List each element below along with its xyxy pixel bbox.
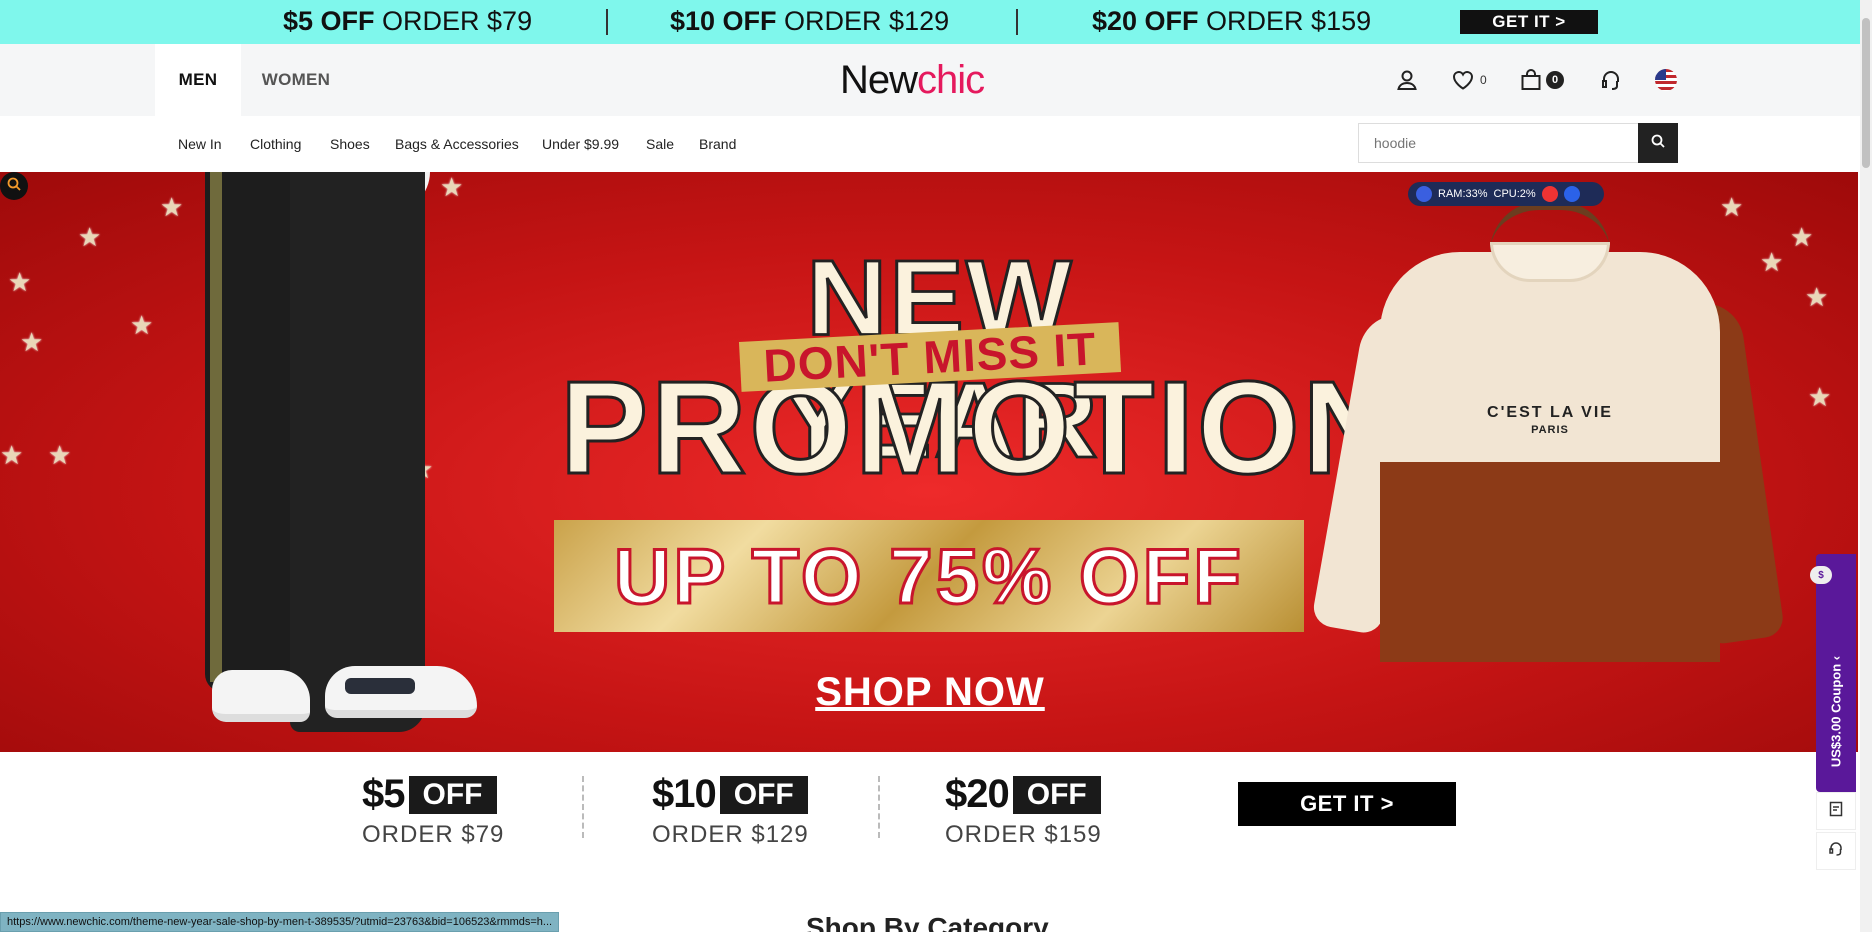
nav-brand[interactable]: Brand — [699, 136, 736, 152]
sneaker — [325, 666, 477, 718]
cart-count: 0 — [1546, 71, 1564, 89]
star-decoration: ★ — [130, 310, 154, 340]
star-decoration: ★ — [160, 192, 184, 222]
note-icon — [1829, 801, 1843, 822]
coupon-amount: $10 — [652, 772, 717, 816]
chrome-icon — [1541, 186, 1558, 202]
promo-bold: $20 OFF — [1092, 6, 1199, 36]
sneaker — [212, 670, 310, 722]
rocket-icon — [1416, 186, 1432, 202]
support-button[interactable] — [1816, 832, 1856, 870]
pants-stripe — [210, 172, 222, 682]
search-icon — [1651, 134, 1665, 153]
top-promo-item[interactable]: $10 OFF ORDER $129 — [670, 6, 949, 37]
feedback-button[interactable] — [1816, 792, 1856, 830]
star-decoration: ★ — [48, 440, 72, 470]
logo-part-new: New — [840, 58, 918, 102]
flag-graphic — [1655, 69, 1677, 91]
model-pants — [290, 172, 425, 732]
us-flag-icon[interactable] — [1655, 68, 1677, 92]
promo-bold: $5 OFF — [283, 6, 375, 36]
nav-shoes[interactable]: Shoes — [330, 136, 370, 152]
main-nav: New In Clothing Shoes Bags & Accessories… — [0, 116, 1860, 172]
logo-part-chic: chic — [917, 58, 985, 102]
coupon-off-label: OFF — [408, 775, 497, 814]
bag-icon — [1520, 69, 1542, 91]
top-promo-item[interactable]: $5 OFF ORDER $79 — [283, 6, 532, 37]
nav-bags-accessories[interactable]: Bags & Accessories — [395, 136, 519, 152]
get-coupons-button[interactable]: GET IT > — [1238, 782, 1456, 826]
promo-rest: ORDER $79 — [374, 6, 533, 36]
sweater-bottom — [1380, 462, 1720, 662]
coupon-divider — [878, 776, 880, 838]
coupon-off-label: OFF — [1012, 775, 1101, 814]
coupon-band: $5 OFF ORDER $79 $10 OFF ORDER $129 $20 OFF… — [0, 752, 1816, 872]
tab-men[interactable]: MEN — [155, 44, 241, 116]
headset-icon[interactable] — [1600, 68, 1622, 92]
coupon-off-label: OFF — [719, 775, 808, 814]
promo-rest: ORDER $129 — [776, 6, 950, 36]
star-decoration: ★ — [1790, 222, 1814, 252]
scrollbar-thumb[interactable] — [1862, 18, 1870, 168]
top-promo-strip[interactable]: $5 OFF ORDER $79 $10 OFF ORDER $129 $20 … — [0, 0, 1860, 44]
ram-readout: RAM:33% — [1438, 188, 1488, 200]
cpu-readout: CPU:2% — [1493, 188, 1536, 200]
coupon-order-threshold: ORDER $79 — [362, 821, 505, 848]
star-decoration: ★ — [1805, 282, 1829, 312]
coupon-order-threshold: ORDER $159 — [945, 821, 1102, 848]
wishlist-button[interactable]: 0 — [1452, 68, 1487, 92]
star-decoration: ★ — [440, 172, 464, 202]
sweater-print: C'EST LA VIE — [1487, 404, 1613, 421]
image-search-button[interactable] — [0, 172, 28, 200]
coupon-dollar-badge: $ — [1810, 566, 1832, 584]
top-promo-item[interactable]: $20 OFF ORDER $159 — [1092, 6, 1371, 37]
coupon-side-label: US$3.00 Coupon ‹ — [1828, 655, 1844, 768]
cart-button[interactable]: 0 — [1520, 68, 1564, 92]
promo-bold: $10 OFF — [670, 6, 777, 36]
divider — [1016, 9, 1018, 35]
search-button[interactable] — [1638, 123, 1678, 163]
headset-icon — [1828, 841, 1844, 862]
nav-under-9-99[interactable]: Under $9.99 — [542, 136, 619, 152]
star-decoration: ★ — [8, 267, 32, 297]
section-title: Shop By Category — [806, 912, 1049, 932]
coupon-order-threshold: ORDER $129 — [652, 821, 809, 848]
tab-women[interactable]: WOMEN — [250, 44, 342, 116]
coupon-divider — [582, 776, 584, 838]
site-header: MEN WOMEN Newchic 0 0 — [0, 44, 1860, 116]
sweater-image: C'EST LA VIE PARIS — [1310, 202, 1786, 712]
promo-rest: ORDER $159 — [1198, 6, 1372, 36]
magnifier-icon — [7, 177, 21, 196]
hero-offer: UP TO 75% OFF — [613, 530, 1244, 621]
coupon-5[interactable]: $5 OFF ORDER $79 — [362, 772, 562, 849]
nav-sale[interactable]: Sale — [646, 136, 674, 152]
coupon-20[interactable]: $20 OFF ORDER $159 — [945, 772, 1145, 849]
coupon-amount: $20 — [945, 772, 1010, 816]
coupon-side-tab[interactable]: US$3.00 Coupon ‹ — [1816, 554, 1856, 792]
nav-new-in[interactable]: New In — [178, 136, 222, 152]
heart-icon — [1452, 70, 1474, 90]
coupon-10[interactable]: $10 OFF ORDER $129 — [652, 772, 852, 849]
star-decoration: ★ — [20, 327, 44, 357]
hero-banner[interactable]: ★ ★ ★ ★ ★ ★ ★ ★ ★ ★ ★ ★ ★ ★ NEW YEAR PRO… — [0, 172, 1858, 752]
shop-now-link[interactable]: SHOP NOW — [810, 670, 1050, 715]
hero-offer-banner: UP TO 75% OFF — [554, 520, 1304, 632]
status-bar-url: https://www.newchic.com/theme-new-year-s… — [0, 912, 560, 932]
page: $5 OFF ORDER $79 $10 OFF ORDER $129 $20 … — [0, 0, 1872, 932]
sweater-print-sub: PARIS — [1531, 424, 1569, 436]
divider — [606, 9, 608, 35]
star-decoration: ★ — [1808, 382, 1832, 412]
search-input[interactable] — [1358, 123, 1638, 163]
system-monitor-widget[interactable]: RAM:33% CPU:2% — [1408, 182, 1604, 206]
user-icon[interactable] — [1396, 68, 1418, 92]
coupon-amount: $5 — [362, 772, 405, 816]
wishlist-count: 0 — [1480, 73, 1487, 87]
top-get-it-button[interactable]: GET IT > — [1460, 10, 1598, 34]
site-logo[interactable]: Newchic — [840, 58, 985, 103]
star-decoration: ★ — [0, 440, 24, 470]
arrow-icon — [1563, 186, 1580, 202]
star-decoration: ★ — [78, 222, 102, 252]
nav-clothing[interactable]: Clothing — [250, 136, 301, 152]
